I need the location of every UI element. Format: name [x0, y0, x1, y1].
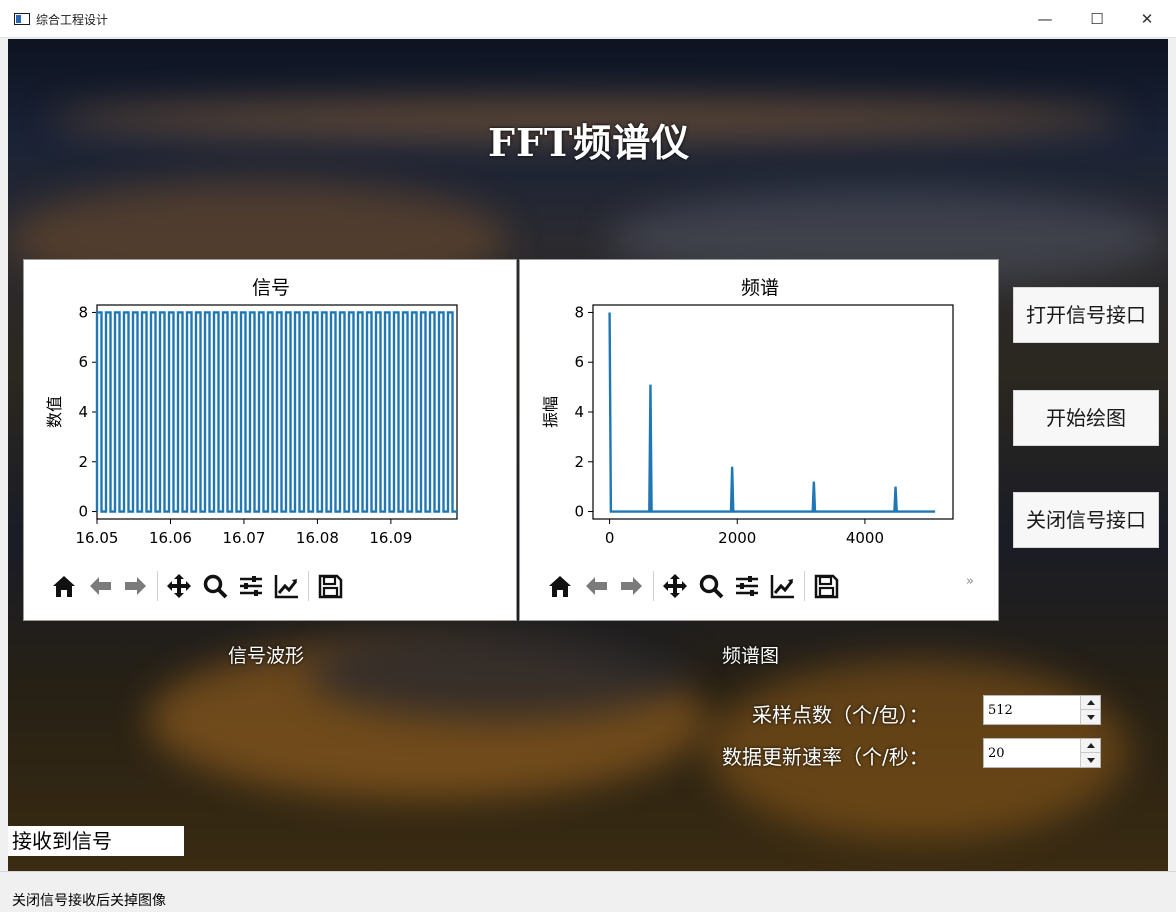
- update-rate-spinbox[interactable]: [983, 738, 1101, 768]
- page-title: FFT频谱仪: [488, 120, 691, 165]
- signal-plot-toolbar: [46, 566, 348, 606]
- spectrum-series-line: [608, 312, 936, 513]
- spectrum-ytick-label: 8: [574, 303, 584, 321]
- arrow-up-icon: [1086, 700, 1095, 705]
- received-signal-label: 接收到信号: [8, 826, 184, 856]
- minimize-button[interactable]: —: [1034, 8, 1056, 30]
- signal-xtick-label: 16.05: [76, 529, 119, 547]
- edit-axes-button[interactable]: [269, 568, 305, 604]
- signal-xtick-label: 16.08: [296, 529, 339, 547]
- configure-subplots-button[interactable]: [233, 568, 269, 604]
- title-bar[interactable]: 综合工程设计 — ☐ ✕: [0, 0, 1176, 38]
- open-signal-port-button[interactable]: 打开信号接口: [1013, 287, 1159, 343]
- spectrum-xtick-label: 4000: [846, 529, 884, 547]
- forward-arrow-button[interactable]: [614, 568, 650, 604]
- pan-button[interactable]: [657, 568, 693, 604]
- spectrum-ytick-label: 2: [574, 453, 584, 471]
- app-icon: [14, 13, 30, 25]
- configure-subplots-icon: [240, 576, 262, 596]
- zoom-icon: [699, 574, 724, 599]
- forward-arrow-icon: [125, 577, 146, 595]
- signal-ytick-label: 0: [78, 503, 88, 521]
- arrow-up-icon: [1086, 743, 1095, 748]
- pan-icon: [663, 574, 687, 598]
- spectrum-ytick-label: 6: [574, 353, 584, 371]
- increment-button[interactable]: [1081, 696, 1100, 710]
- close-button[interactable]: ✕: [1136, 8, 1158, 30]
- home-button[interactable]: [46, 568, 82, 604]
- spectrum-ytick-label: 0: [574, 503, 584, 521]
- arrow-down-icon: [1086, 757, 1095, 763]
- spectrum-plot-panel: 频谱 0 2 4 6 8 0 2000 4000 振幅 »: [519, 259, 999, 621]
- signal-xtick-label: 16.07: [222, 529, 265, 547]
- toolbar-separator: [157, 571, 158, 601]
- spectrum-axes-frame: [592, 304, 954, 520]
- maximize-button[interactable]: ☐: [1086, 8, 1108, 30]
- edit-axes-icon: [770, 575, 794, 599]
- status-bar: 关闭信号接收后关掉图像: [0, 871, 1176, 912]
- home-button[interactable]: [542, 568, 578, 604]
- back-arrow-button[interactable]: [82, 568, 118, 604]
- signal-ytick-label: 4: [78, 403, 88, 421]
- zoom-button[interactable]: [197, 568, 233, 604]
- signal-ytick-label: 2: [78, 453, 88, 471]
- edit-axes-icon: [274, 575, 298, 599]
- back-arrow-icon: [586, 577, 607, 595]
- configure-subplots-icon: [736, 576, 758, 596]
- status-text: 关闭信号接收后关掉图像: [12, 893, 166, 909]
- decrement-button[interactable]: [1081, 710, 1100, 724]
- spectrum-ytick-label: 4: [574, 403, 584, 421]
- spectrum-ylabel: 振幅: [541, 396, 560, 428]
- toolbar-overflow-button[interactable]: »: [966, 574, 974, 589]
- zoom-icon: [203, 574, 228, 599]
- forward-arrow-icon: [621, 577, 642, 595]
- home-icon: [549, 576, 571, 597]
- pan-button[interactable]: [161, 568, 197, 604]
- window-title: 综合工程设计: [36, 13, 109, 27]
- toolbar-separator: [653, 571, 654, 601]
- save-button[interactable]: [808, 568, 844, 604]
- home-icon: [53, 576, 75, 597]
- signal-ytick-label: 6: [78, 353, 88, 371]
- decrement-button[interactable]: [1081, 753, 1100, 767]
- spectrum-chart[interactable]: 0 2 4 6 8 0 2000 4000 振幅: [520, 260, 1000, 550]
- update-rate-label: 数据更新速率（个/秒：: [722, 745, 929, 769]
- back-arrow-button[interactable]: [578, 568, 614, 604]
- zoom-button[interactable]: [693, 568, 729, 604]
- sample-points-spinbox[interactable]: [983, 695, 1101, 725]
- close-signal-port-button[interactable]: 关闭信号接口: [1013, 492, 1159, 548]
- signal-ylabel: 数值: [45, 396, 64, 428]
- signal-xtick-label: 16.06: [149, 529, 192, 547]
- configure-subplots-button[interactable]: [729, 568, 765, 604]
- signal-plot-panel: 信号 0 2 4 6 8 16.05 16.06 16.07 16.08 16.09 数值: [23, 259, 517, 621]
- forward-arrow-button[interactable]: [118, 568, 154, 604]
- spectrum-xtick-label: 0: [605, 529, 615, 547]
- increment-button[interactable]: [1081, 739, 1100, 753]
- save-icon: [318, 574, 343, 599]
- save-button[interactable]: [312, 568, 348, 604]
- signal-xtick-label: 16.09: [369, 529, 412, 547]
- start-plot-button[interactable]: 开始绘图: [1013, 390, 1159, 446]
- spectrum-plot-toolbar: [542, 566, 844, 606]
- pan-icon: [167, 574, 191, 598]
- sample-points-label: 采样点数（个/包）：: [752, 703, 929, 727]
- signal-waveform-caption: 信号波形: [228, 645, 305, 667]
- app-window: 综合工程设计 — ☐ ✕ FFT频谱仪 信号 0 2 4 6 8 16.05 16.06 16…: [0, 0, 1176, 912]
- signal-series-line: [95, 311, 457, 513]
- edit-axes-button[interactable]: [765, 568, 801, 604]
- toolbar-separator: [308, 571, 309, 601]
- signal-chart[interactable]: 0 2 4 6 8 16.05 16.06 16.07 16.08 16.09 数值: [24, 260, 518, 550]
- spectrum-caption: 频谱图: [722, 645, 780, 667]
- sample-points-input[interactable]: [984, 696, 1080, 724]
- sample-points-stepper[interactable]: [1080, 696, 1100, 724]
- update-rate-stepper[interactable]: [1080, 739, 1100, 767]
- arrow-down-icon: [1086, 714, 1095, 720]
- back-arrow-icon: [90, 577, 111, 595]
- update-rate-input[interactable]: [984, 739, 1080, 767]
- toolbar-separator: [804, 571, 805, 601]
- save-icon: [814, 574, 839, 599]
- signal-ytick-label: 8: [78, 303, 88, 321]
- spectrum-xtick-label: 2000: [718, 529, 756, 547]
